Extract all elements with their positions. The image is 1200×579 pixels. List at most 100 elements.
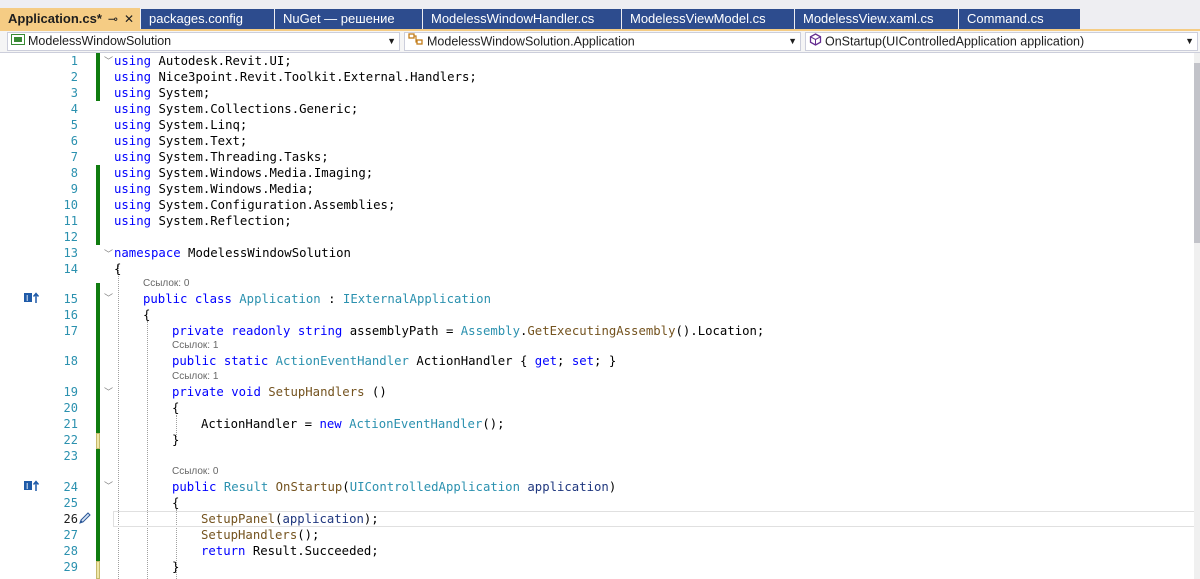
code-line: using System.Collections.Generic;: [114, 102, 359, 116]
tab-label: packages.config: [149, 11, 243, 26]
chevron-down-icon: ▼: [387, 36, 396, 46]
code-line: using Autodesk.Revit.UI;: [114, 54, 292, 68]
line-number-current: 26: [63, 512, 78, 526]
code-line: using System.Linq;: [114, 118, 248, 132]
code-line: using System.Windows.Media.Imaging;: [114, 166, 374, 180]
change-indicator: [96, 53, 100, 101]
line-number: 2: [70, 70, 78, 84]
implements-icon[interactable]: I: [24, 479, 40, 493]
line-number: 22: [63, 433, 78, 447]
code-line: }: [172, 433, 180, 447]
code-line: private void SetupHandlers (): [172, 385, 387, 399]
tab-command-cs[interactable]: Command.cs: [959, 9, 1080, 29]
member-dropdown[interactable]: OnStartup(UIControlledApplication applic…: [805, 32, 1198, 51]
scrollbar-thumb[interactable]: [1194, 63, 1200, 243]
code-line: using System.Windows.Media;: [114, 182, 314, 196]
code-line: public Result OnStartup(UIControlledAppl…: [172, 480, 617, 494]
indent-guide: [118, 265, 119, 579]
tab-label: ModelessView.xaml.cs: [803, 11, 934, 26]
collapse-icon[interactable]: ﹀: [104, 478, 113, 494]
pin-icon[interactable]: ⊸: [108, 12, 118, 26]
code-line: SetupHandlers();: [201, 528, 320, 542]
line-number: 18: [63, 354, 78, 368]
codelens-references[interactable]: Ссылок: 1: [172, 371, 218, 383]
tab-label: ModelessWindowHandler.cs: [431, 11, 595, 26]
code-line: using System.Text;: [114, 134, 248, 148]
code-line: {: [114, 262, 122, 276]
code-line: using System.Configuration.Assemblies;: [114, 198, 396, 212]
tab-label: NuGet — решение: [283, 11, 395, 26]
tab-packages-config[interactable]: packages.config: [141, 9, 274, 29]
line-number: 7: [70, 150, 78, 164]
codelens-references[interactable]: Ссылок: 1: [172, 340, 218, 352]
code-editor[interactable]: I I ﹀ ﹀ ﹀ ﹀ ﹀ 1 2 3 4 5 6 7 8 9 10 11 12…: [0, 53, 1200, 579]
tab-application-cs[interactable]: Application.cs* ⊸ ✕: [0, 8, 140, 30]
line-number: 3: [70, 86, 78, 100]
line-number: 27: [63, 528, 78, 542]
collapse-icon[interactable]: ﹀: [104, 246, 113, 262]
class-icon: [408, 33, 424, 50]
collapse-icon[interactable]: ﹀: [104, 53, 113, 69]
change-indicator-unsaved: [96, 433, 100, 449]
tab-modeless-view-xaml[interactable]: ModelessView.xaml.cs: [795, 9, 958, 29]
tab-label: Command.cs: [967, 11, 1044, 26]
navigation-bar: ModelessWindowSolution ▼ ModelessWindowS…: [0, 31, 1200, 53]
method-icon: [809, 33, 822, 50]
change-indicator: [96, 283, 100, 433]
tab-modeless-window-handler[interactable]: ModelessWindowHandler.cs: [423, 9, 621, 29]
line-number: 17: [63, 324, 78, 338]
line-number: 4: [70, 102, 78, 116]
class-name: ModelessWindowSolution.Application: [427, 34, 635, 49]
code-line: public class Application : IExternalAppl…: [143, 292, 491, 306]
collapse-icon[interactable]: ﹀: [104, 384, 113, 400]
line-number: 16: [63, 308, 78, 322]
code-line: {: [172, 496, 180, 510]
svg-text:I: I: [26, 294, 28, 303]
class-dropdown[interactable]: ModelessWindowSolution.Application ▼: [404, 32, 801, 51]
line-number: 29: [63, 560, 78, 574]
code-line: using Nice3point.Revit.Toolkit.External.…: [114, 70, 477, 84]
code-line: {: [143, 308, 151, 322]
line-number: 8: [70, 166, 78, 180]
code-line: using System.Threading.Tasks;: [114, 150, 329, 164]
code-line: using System;: [114, 86, 211, 100]
line-number: 23: [63, 449, 78, 463]
code-line: public static ActionEventHandler ActionH…: [172, 354, 617, 368]
tab-modeless-view-model[interactable]: ModelessViewModel.cs: [622, 9, 794, 29]
chevron-down-icon: ▼: [788, 36, 797, 46]
line-number: 15: [63, 292, 78, 306]
project-dropdown[interactable]: ModelessWindowSolution ▼: [7, 32, 400, 51]
code-line: using System.Reflection;: [114, 214, 292, 228]
close-icon[interactable]: ✕: [124, 12, 134, 26]
codelens-references[interactable]: Ссылок: 0: [172, 466, 218, 478]
indent-guide: [147, 321, 148, 579]
code-line: private readonly string assemblyPath = A…: [172, 324, 765, 338]
change-indicator: [96, 449, 100, 561]
line-number: 1: [70, 54, 78, 68]
change-indicator-unsaved: [96, 561, 100, 579]
code-line: }: [172, 560, 180, 574]
line-number: 14: [63, 262, 78, 276]
code-line: namespace ModelessWindowSolution: [114, 246, 351, 260]
line-number: 21: [63, 417, 78, 431]
line-number: 5: [70, 118, 78, 132]
pencil-icon[interactable]: [78, 511, 92, 525]
collapse-icon[interactable]: ﹀: [104, 290, 113, 306]
line-number: 10: [63, 198, 78, 212]
line-number: 12: [63, 230, 78, 244]
line-number: 11: [63, 214, 78, 228]
vertical-scrollbar[interactable]: [1194, 53, 1200, 579]
svg-text:I: I: [26, 482, 28, 491]
line-number: 6: [70, 134, 78, 148]
chevron-down-icon: ▼: [1185, 36, 1194, 46]
implements-icon[interactable]: I: [24, 291, 40, 305]
code-line: ActionHandler = new ActionEventHandler()…: [201, 417, 505, 431]
code-line-current: SetupPanel(application);: [201, 512, 379, 526]
project-name: ModelessWindowSolution: [28, 34, 172, 48]
document-tab-strip: Application.cs* ⊸ ✕ packages.config NuGet …: [0, 0, 1200, 30]
codelens-references[interactable]: Ссылок: 0: [143, 278, 189, 290]
tab-nuget[interactable]: NuGet — решение: [275, 9, 422, 29]
code-line: {: [172, 401, 180, 415]
line-number: 9: [70, 182, 78, 196]
line-number: 28: [63, 544, 78, 558]
